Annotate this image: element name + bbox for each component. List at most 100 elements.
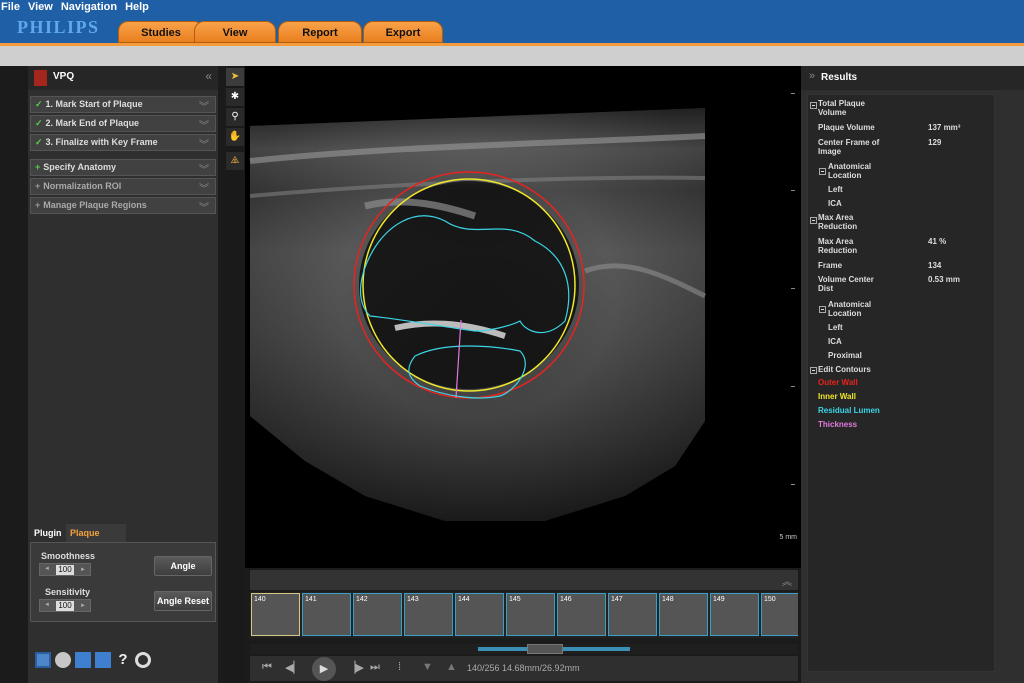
filmstrip-frame[interactable]: 147 bbox=[608, 593, 657, 636]
filmstrip-frame[interactable]: 146 bbox=[557, 593, 606, 636]
step-label: Specify Anatomy bbox=[43, 162, 116, 172]
step-mark-end[interactable]: ✓ 2. Mark End of Plaque ︾ bbox=[30, 115, 216, 132]
location-side: Left bbox=[828, 185, 843, 194]
contour-thickness[interactable]: Thickness bbox=[818, 420, 857, 429]
decrement-icon[interactable]: ◄ bbox=[44, 602, 50, 608]
filmstrip-frame[interactable]: 142 bbox=[353, 593, 402, 636]
frame-number: 150 bbox=[764, 596, 776, 603]
contour-outer-wall[interactable]: Outer Wall bbox=[818, 378, 858, 387]
zoom-icon[interactable]: ✱ bbox=[226, 88, 244, 106]
smoothness-value[interactable]: 100 bbox=[56, 565, 74, 575]
scale-tick bbox=[791, 484, 795, 485]
tab-plugin[interactable]: Plugin bbox=[30, 524, 66, 542]
vpq-logo-icon bbox=[34, 70, 47, 86]
filmstrip-frame[interactable]: 148 bbox=[659, 593, 708, 636]
sub-toolbar bbox=[0, 46, 1024, 66]
chevron-down-icon: ︾ bbox=[199, 184, 209, 195]
up-arrow-icon[interactable]: ▲ bbox=[446, 661, 457, 673]
filmstrip-frame[interactable]: 149 bbox=[710, 593, 759, 636]
collapse-icon[interactable] bbox=[810, 102, 817, 109]
settings-icon[interactable] bbox=[55, 652, 71, 668]
collapse-icon[interactable] bbox=[819, 168, 826, 175]
smoothness-label: Smoothness bbox=[41, 551, 96, 561]
filmstrip-frame[interactable]: 141 bbox=[302, 593, 351, 636]
filmstrip-frame[interactable]: 145 bbox=[506, 593, 555, 636]
scale-tick bbox=[791, 190, 795, 191]
step-mark-start[interactable]: ✓ 1. Mark Start of Plaque ︾ bbox=[30, 96, 216, 113]
flip-icon[interactable]: ⧌ bbox=[226, 152, 244, 170]
pointer-icon[interactable]: ➤ bbox=[226, 68, 244, 86]
scroll-thumb[interactable] bbox=[527, 644, 563, 654]
filmstrip-frame[interactable]: 140 bbox=[251, 593, 300, 636]
save-icon[interactable] bbox=[75, 652, 91, 668]
list-icon[interactable] bbox=[35, 652, 51, 668]
menu-file[interactable]: File bbox=[0, 0, 27, 16]
vpq-header: VPQ « bbox=[28, 66, 218, 90]
volume-center-label: Volume Center Dist bbox=[818, 275, 874, 293]
increment-icon[interactable]: ► bbox=[80, 602, 86, 611]
filmstrip-scrollbar[interactable] bbox=[250, 644, 798, 654]
pan-icon[interactable]: ✋ bbox=[226, 128, 244, 146]
last-frame-icon[interactable]: ⏭ bbox=[370, 661, 380, 674]
menu-view[interactable]: View bbox=[27, 0, 60, 16]
check-icon: ✓ bbox=[35, 118, 43, 128]
results-header: » Results bbox=[801, 66, 1024, 90]
app-window: File View Navigation Help PHILIPS Studie… bbox=[0, 0, 1024, 683]
help-icon[interactable]: ? bbox=[115, 652, 131, 668]
increment-icon[interactable]: ► bbox=[80, 566, 86, 575]
vpq-title: VPQ bbox=[53, 71, 75, 82]
scale-label: 5 mm bbox=[779, 534, 798, 541]
results-panel: » Results Total Plaque Volume Plaque Vol… bbox=[801, 66, 1024, 683]
filmstrip-frame[interactable]: 150 bbox=[761, 593, 798, 636]
step-manage-plaque[interactable]: + Manage Plaque Regions ︾ bbox=[30, 197, 216, 214]
sensitivity-value[interactable]: 100 bbox=[56, 601, 74, 611]
location-side: Left bbox=[828, 323, 843, 332]
anatomical-location-label: Anatomical Location bbox=[828, 162, 872, 180]
chevron-down-icon: ︾ bbox=[199, 140, 209, 151]
results-tree: Total Plaque Volume Plaque Volume 137 mm… bbox=[807, 94, 995, 672]
tab-studies[interactable]: Studies bbox=[118, 21, 204, 43]
tab-report[interactable]: Report bbox=[278, 21, 362, 43]
step-finalize[interactable]: ✓ 3. Finalize with Key Frame ︾ bbox=[30, 134, 216, 151]
collapse-icon[interactable] bbox=[819, 306, 826, 313]
step-forward-icon[interactable]: ▕▶ bbox=[347, 661, 364, 674]
tab-view[interactable]: View bbox=[194, 21, 276, 43]
collapse-up-icon[interactable]: ︽ bbox=[782, 573, 792, 588]
filmstrip-frame[interactable]: 143 bbox=[404, 593, 453, 636]
search-icon[interactable] bbox=[135, 652, 151, 668]
decrement-icon[interactable]: ◄ bbox=[44, 566, 50, 572]
contour-residual-lumen[interactable]: Residual Lumen bbox=[818, 406, 880, 415]
magnify-icon[interactable]: ⚲ bbox=[226, 108, 244, 126]
menu-help[interactable]: Help bbox=[124, 0, 156, 16]
tab-plaque-adjust[interactable]: Plaque Adjust bbox=[66, 524, 126, 556]
total-plaque-volume-heading: Total Plaque Volume bbox=[818, 99, 865, 117]
frame-number: 140 bbox=[254, 596, 266, 603]
frame-options-icon[interactable]: ⁞ bbox=[398, 661, 401, 673]
max-area-label: Max Area Reduction bbox=[818, 237, 858, 255]
angle-button[interactable]: Angle bbox=[154, 556, 212, 576]
sensitivity-stepper[interactable]: ◄ 100 ► bbox=[39, 599, 91, 612]
tab-export[interactable]: Export bbox=[363, 21, 443, 43]
step-specify-anatomy[interactable]: + Specify Anatomy ︾ bbox=[30, 159, 216, 176]
down-arrow-icon[interactable]: ▼ bbox=[422, 661, 433, 673]
exit-icon[interactable] bbox=[95, 652, 111, 668]
collapse-left-icon[interactable]: « bbox=[205, 69, 212, 83]
chevron-down-icon: ︾ bbox=[199, 165, 209, 176]
expand-right-icon[interactable]: » bbox=[809, 70, 815, 82]
step-back-icon[interactable]: ◀▏ bbox=[285, 661, 302, 674]
angle-reset-button[interactable]: Angle Reset bbox=[154, 591, 212, 611]
collapse-icon[interactable] bbox=[810, 367, 817, 374]
edit-contours-heading: Edit Contours bbox=[818, 365, 871, 374]
frame-number: 148 bbox=[662, 596, 674, 603]
filmstrip-frame[interactable]: 144 bbox=[455, 593, 504, 636]
play-icon[interactable]: ▶ bbox=[312, 657, 336, 681]
step-normalization-roi[interactable]: + Normalization ROI ︾ bbox=[30, 178, 216, 195]
menu-navigation[interactable]: Navigation bbox=[60, 0, 124, 16]
contour-inner-wall[interactable]: Inner Wall bbox=[818, 392, 856, 401]
ultrasound-viewport[interactable]: 5 mm bbox=[245, 66, 801, 568]
frame-number: 147 bbox=[611, 596, 623, 603]
step-label: 2. Mark End of Plaque bbox=[45, 118, 140, 128]
collapse-icon[interactable] bbox=[810, 217, 817, 224]
first-frame-icon[interactable]: ⏮ bbox=[262, 661, 272, 674]
smoothness-stepper[interactable]: ◄ 100 ► bbox=[39, 563, 91, 576]
